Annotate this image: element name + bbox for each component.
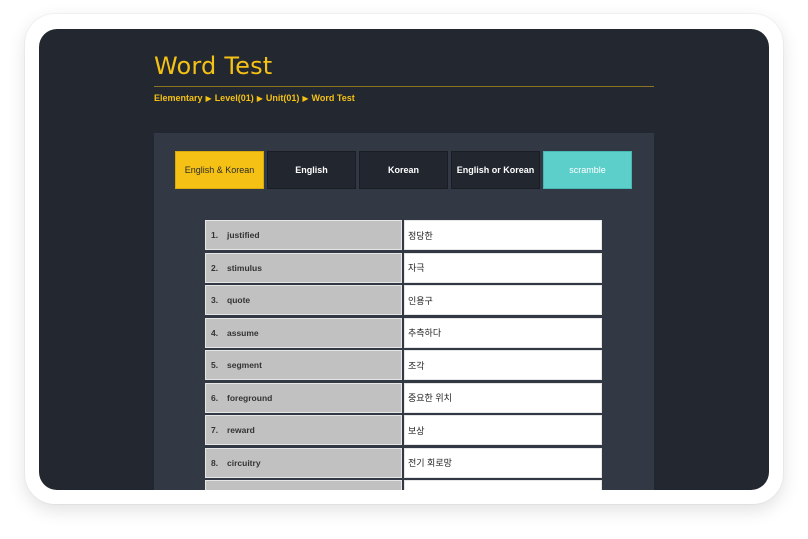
english-cell: 3. quote xyxy=(205,285,402,315)
korean-cell: 정당한 xyxy=(404,220,602,250)
breadcrumb-item-level[interactable]: Level(01) xyxy=(215,93,254,103)
tab-korean[interactable]: Korean xyxy=(359,151,448,189)
breadcrumb-separator-icon: ▶ xyxy=(256,93,263,103)
english-cell: 8. circuitry xyxy=(205,447,402,478)
korean-cell: 전기 회로망 xyxy=(404,447,602,478)
korean-cell: 조각 xyxy=(404,350,602,380)
tab-english-or-korean[interactable]: English or Korean xyxy=(451,151,540,189)
breadcrumb-separator-icon: ▶ xyxy=(302,93,309,103)
row-number: 1. xyxy=(211,230,219,240)
english-word: reward xyxy=(227,425,255,435)
page-title: Word Test xyxy=(154,52,273,80)
table-row: 8. circuitry 전기 회로망 xyxy=(205,447,602,478)
english-word: stimulus xyxy=(227,262,262,273)
mode-tabs: English & Korean English Korean English … xyxy=(175,151,632,189)
table-row: 7. reward 보상 xyxy=(205,415,602,445)
table-row: 4. assume 추측하다 xyxy=(205,317,602,348)
korean-cell: 중요한 위치 xyxy=(404,382,602,413)
table-row xyxy=(205,480,602,490)
english-cell: 6. foreground xyxy=(205,382,402,413)
word-table: 1. justified 정당한 2. stimulus 자극 3. quote… xyxy=(205,220,602,490)
tab-english-korean[interactable]: English & Korean xyxy=(175,151,264,189)
korean-cell: 추측하다 xyxy=(404,317,602,348)
title-divider xyxy=(154,86,654,87)
english-word: segment xyxy=(227,360,262,370)
english-cell: 7. reward xyxy=(205,415,402,445)
row-number: 8. xyxy=(211,457,219,468)
table-row: 5. segment 조각 xyxy=(205,350,602,380)
table-row: 3. quote 인용구 xyxy=(205,285,602,315)
english-cell: 4. assume xyxy=(205,317,402,348)
tab-scramble[interactable]: scramble xyxy=(543,151,632,189)
english-cell: 1. justified xyxy=(205,220,402,250)
app-screen: Word Test Elementary ▶ Level(01) ▶ Unit(… xyxy=(39,29,769,490)
table-row: 6. foreground 중요한 위치 xyxy=(205,382,602,413)
english-cell: 5. segment xyxy=(205,350,402,380)
english-cell: 2. stimulus xyxy=(205,252,402,283)
test-panel: English & Korean English Korean English … xyxy=(154,133,654,490)
breadcrumb-item-word-test: Word Test xyxy=(311,93,355,103)
english-word: foreground xyxy=(227,392,273,403)
korean-cell: 보상 xyxy=(404,415,602,445)
english-word: circuitry xyxy=(227,457,261,468)
english-cell xyxy=(205,480,402,490)
english-word: quote xyxy=(227,295,251,305)
korean-cell: 인용구 xyxy=(404,285,602,315)
breadcrumb: Elementary ▶ Level(01) ▶ Unit(01) ▶ Word… xyxy=(154,93,355,103)
breadcrumb-item-unit[interactable]: Unit(01) xyxy=(266,93,300,103)
breadcrumb-separator-icon: ▶ xyxy=(205,93,212,103)
table-row: 2. stimulus 자극 xyxy=(205,252,602,283)
english-word: justified xyxy=(227,230,260,240)
breadcrumb-item-elementary[interactable]: Elementary xyxy=(154,93,203,103)
row-number: 4. xyxy=(211,327,219,338)
row-number: 6. xyxy=(211,392,219,403)
korean-cell: 자극 xyxy=(404,252,602,283)
korean-cell xyxy=(404,480,602,490)
row-number: 3. xyxy=(211,295,219,305)
table-row: 1. justified 정당한 xyxy=(205,220,602,250)
row-number: 7. xyxy=(211,425,219,435)
row-number: 2. xyxy=(211,262,219,273)
row-number: 5. xyxy=(211,360,219,370)
tab-english[interactable]: English xyxy=(267,151,356,189)
english-word: assume xyxy=(227,327,259,338)
